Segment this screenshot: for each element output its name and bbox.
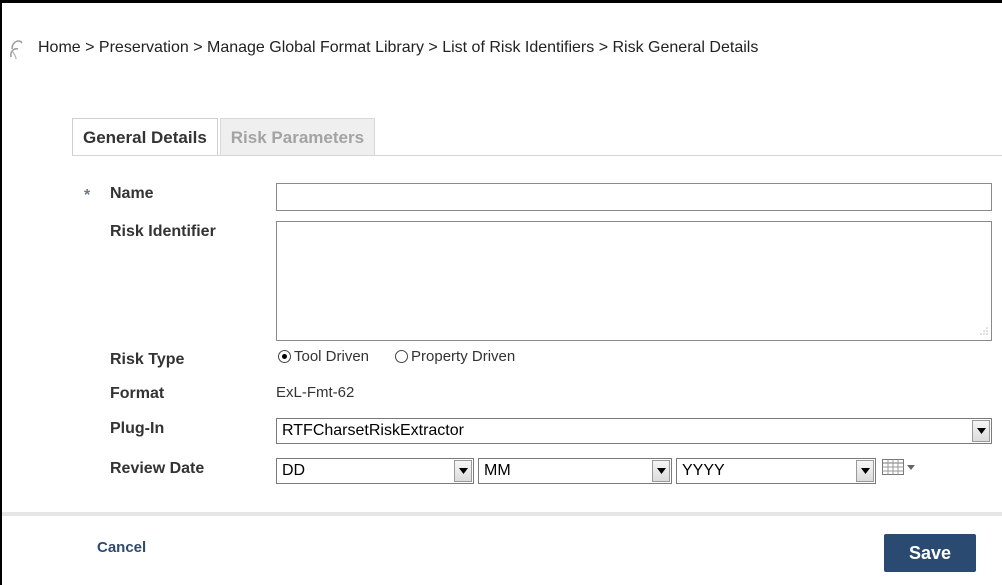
risk-type-radio-group: Tool Driven Property Driven: [278, 348, 541, 365]
dropdown-arrow-icon[interactable]: [856, 460, 874, 482]
review-day-select[interactable]: DD: [276, 458, 474, 484]
radio-property-driven-label: Property Driven: [411, 348, 516, 365]
home-icon[interactable]: [8, 35, 34, 61]
plugin-label: Plug-In: [110, 420, 165, 437]
dropdown-arrow-icon[interactable]: [454, 460, 472, 482]
radio-tool-driven[interactable]: Tool Driven: [278, 348, 369, 365]
breadcrumb-preservation[interactable]: Preservation: [99, 39, 189, 57]
save-button[interactable]: Save: [884, 534, 976, 572]
radio-tool-driven-label: Tool Driven: [294, 348, 370, 365]
tab-bar: General Details Risk Parameters: [72, 118, 376, 156]
review-day-value: DD: [282, 462, 306, 479]
risk-type-label: Risk Type: [110, 351, 185, 368]
dropdown-arrow-icon[interactable]: [652, 460, 670, 482]
review-year-value: YYYY: [682, 462, 725, 479]
breadcrumb-list-of-risk-identifiers[interactable]: List of Risk Identifiers: [442, 39, 594, 57]
plugin-select-value: RTFCharsetRiskExtractor: [282, 422, 464, 439]
calendar-picker-button[interactable]: [882, 459, 916, 475]
radio-button-selected[interactable]: [278, 350, 291, 363]
radio-button-unselected[interactable]: [395, 350, 409, 363]
format-value: ExL-Fmt-62: [276, 384, 355, 401]
plugin-select[interactable]: RTFCharsetRiskExtractor: [276, 418, 992, 444]
cancel-link[interactable]: Cancel: [97, 539, 146, 556]
tab-general-details[interactable]: General Details: [72, 118, 218, 156]
name-input[interactable]: [276, 183, 992, 211]
breadcrumb-home[interactable]: Home: [38, 39, 81, 57]
risk-identifier-label: Risk Identifier: [110, 223, 216, 240]
calendar-icon[interactable]: [882, 459, 904, 475]
breadcrumb-separator: >: [423, 39, 443, 56]
review-month-value: MM: [484, 462, 511, 479]
footer-divider: [2, 512, 1002, 516]
tab-risk-parameters[interactable]: Risk Parameters: [219, 118, 376, 156]
review-date-label: Review Date: [110, 460, 205, 477]
breadcrumb-risk-general-details: Risk General Details: [612, 39, 759, 56]
radio-property-driven[interactable]: Property Driven: [395, 348, 515, 365]
review-month-select[interactable]: MM: [478, 458, 672, 484]
dropdown-arrow-icon[interactable]: [972, 420, 990, 442]
breadcrumb: Home > Preservation > Manage Global Form…: [8, 36, 758, 60]
risk-identifier-textarea[interactable]: [276, 221, 992, 341]
format-label: Format: [110, 385, 165, 402]
tab-divider: [72, 155, 1002, 156]
review-year-select[interactable]: YYYY: [676, 458, 876, 484]
name-label: Name: [110, 185, 154, 202]
resize-grip-icon[interactable]: [978, 327, 988, 337]
chevron-down-icon[interactable]: [906, 463, 916, 471]
required-marker: *: [84, 187, 91, 204]
breadcrumb-separator: >: [188, 39, 207, 56]
breadcrumb-separator: >: [80, 39, 99, 56]
breadcrumb-manage-global-format-library[interactable]: Manage Global Format Library: [207, 39, 424, 57]
breadcrumb-separator: >: [594, 39, 613, 56]
